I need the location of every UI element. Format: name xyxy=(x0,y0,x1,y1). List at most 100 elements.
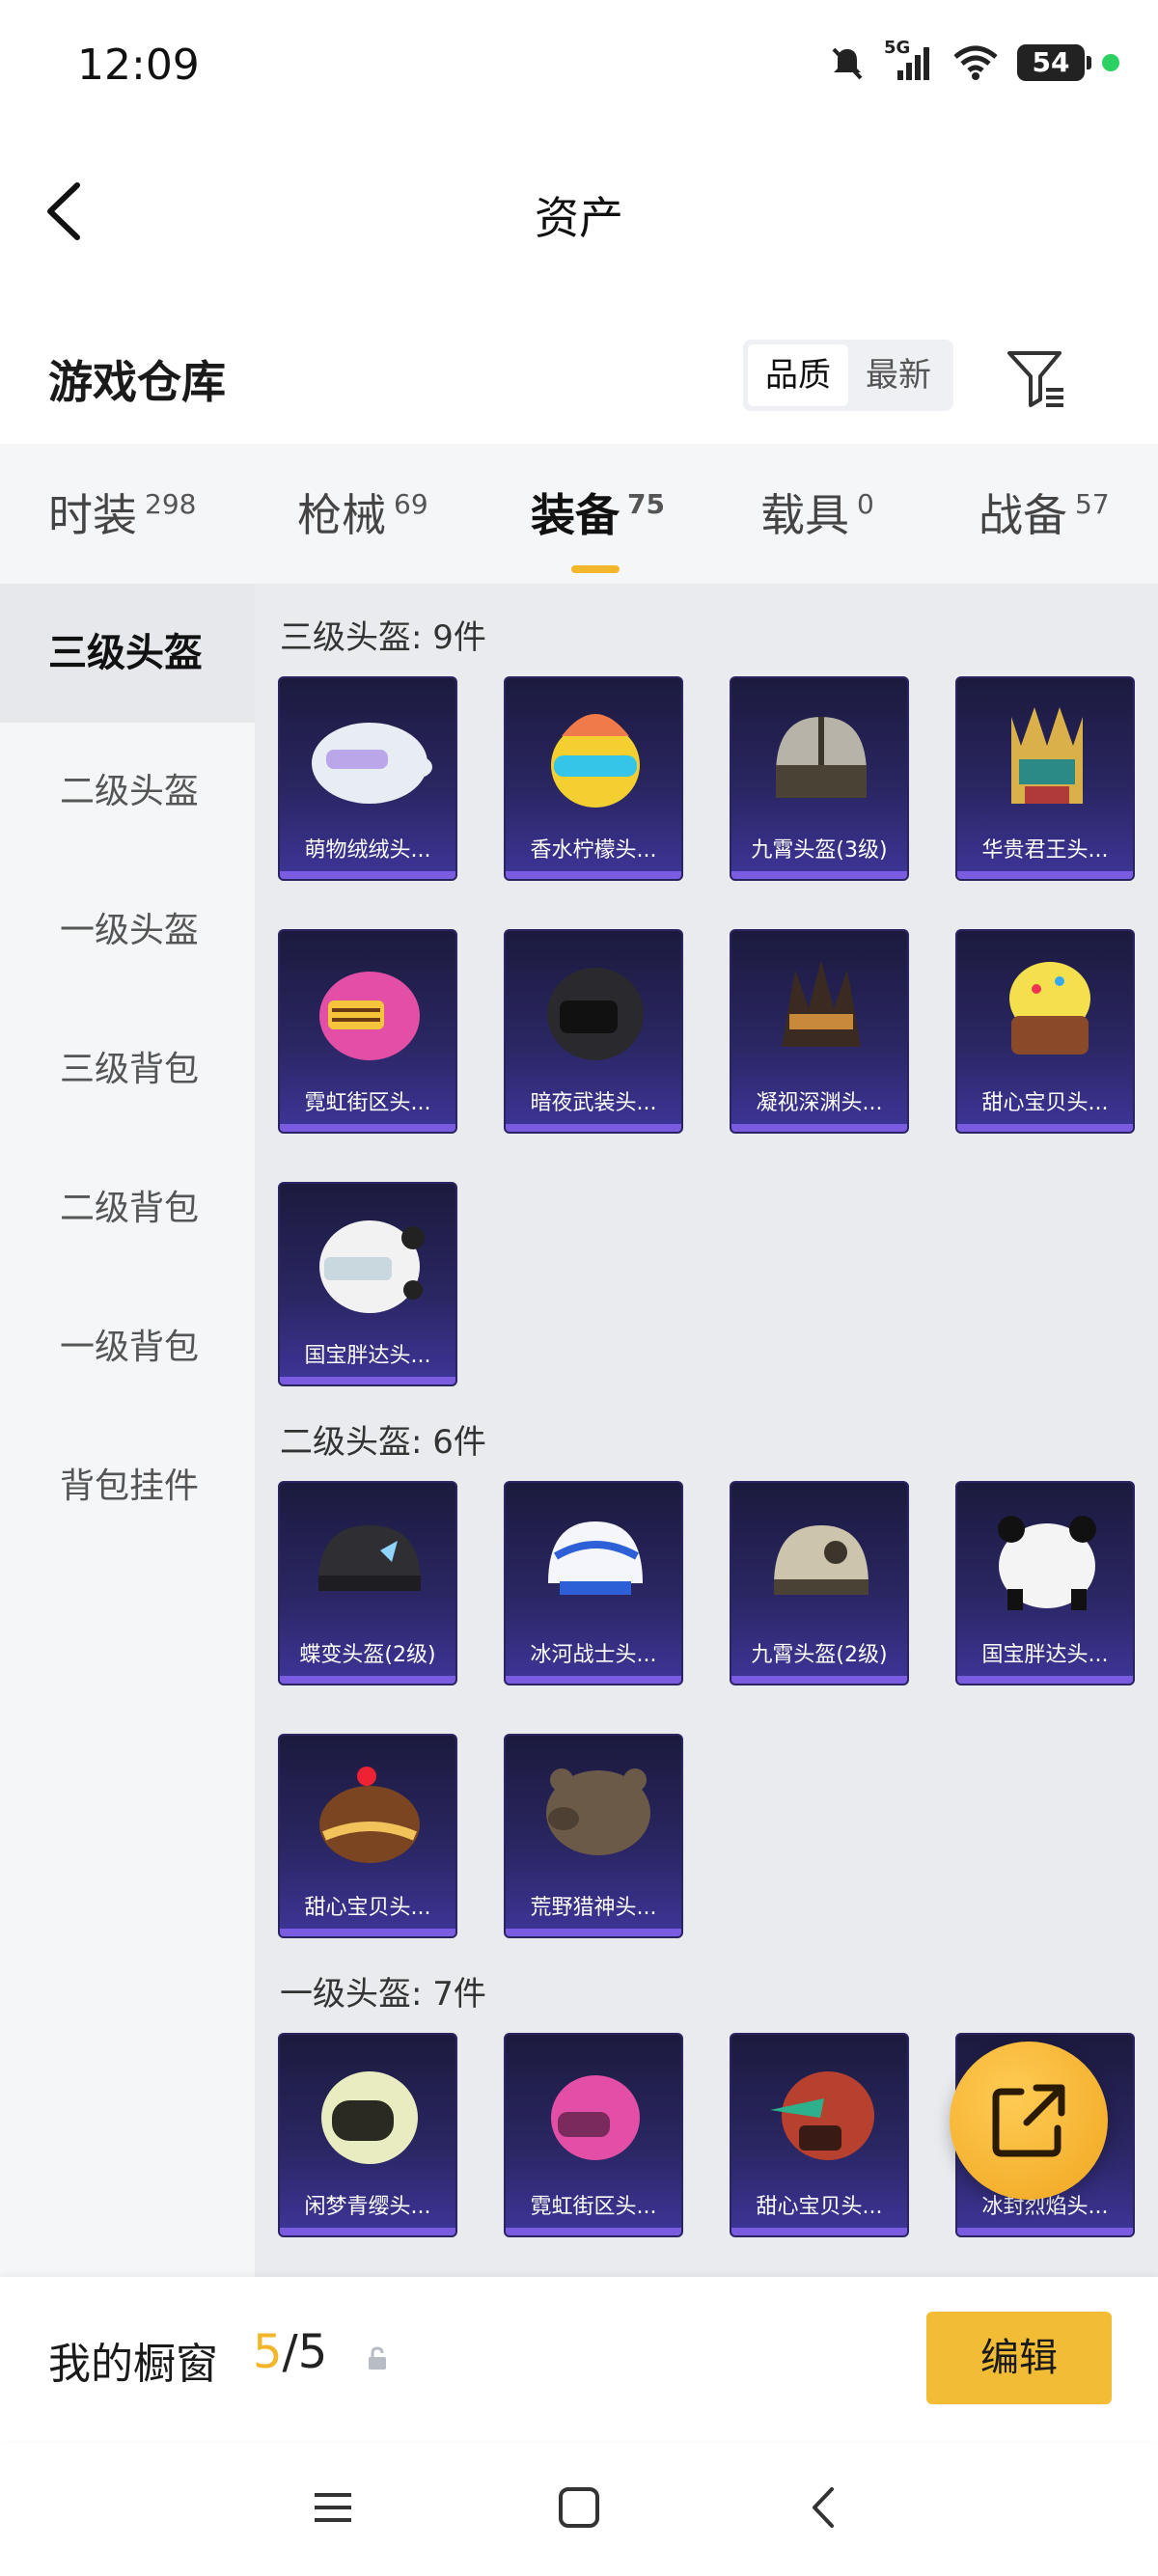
item-card[interactable]: 香水柠檬头... xyxy=(504,676,683,881)
bell-muted-icon xyxy=(832,47,863,80)
item-grid-area: 三级头盔: 9件 萌物绒绒头... 香水柠檬头... 九霄头盔(3级) 华贵君王… xyxy=(255,584,1158,2277)
item-name: 国宝胖达头... xyxy=(981,1643,1109,1667)
item-card[interactable]: 暗夜武装头... xyxy=(504,929,683,1134)
warehouse-title: 游戏仓库 xyxy=(48,356,226,408)
sidebar-item-level2-helmet[interactable]: 二级头盔 xyxy=(0,723,255,862)
item-name: 暗夜武装头... xyxy=(530,1091,657,1115)
tab-fashion[interactable]: 时装 298 xyxy=(48,480,196,544)
item-card[interactable]: 华贵君王头... xyxy=(955,676,1135,881)
showcase-current: 5 xyxy=(253,2325,283,2379)
tab-label: 枪械 xyxy=(297,489,386,541)
warehouse-header: 游戏仓库 品质 最新 xyxy=(0,318,1158,434)
helmet-icon xyxy=(774,1525,868,1595)
helmet-icon xyxy=(1009,962,1090,1055)
item-card[interactable]: 甜心宝贝头... xyxy=(278,1734,457,1938)
showcase-label: 我的橱窗 xyxy=(48,2340,218,2389)
item-name: 萌物绒绒头... xyxy=(304,838,431,863)
category-tabs: 时装 298 枪械 69 装备 75 载具 0 战备 57 xyxy=(0,444,1158,584)
cellular-signal-icon: 5G xyxy=(884,38,934,82)
item-name: 九霄头盔(3级) xyxy=(751,838,888,863)
item-name: 甜心宝贝头... xyxy=(756,2195,883,2219)
helmet-icon xyxy=(319,1767,420,1863)
lock-icon xyxy=(369,2346,386,2370)
item-name: 国宝胖达头... xyxy=(304,1344,431,1368)
item-name: 闲梦青缨头... xyxy=(304,2195,431,2219)
item-card[interactable]: 凝视深渊头... xyxy=(730,929,909,1134)
page-title: 资产 xyxy=(535,192,623,244)
sort-option-quality[interactable]: 品质 xyxy=(748,344,848,406)
item-name: 霓虹街区头... xyxy=(530,2195,657,2219)
edit-button[interactable]: 编辑 xyxy=(926,2312,1112,2404)
helmet-icon xyxy=(551,2075,640,2160)
item-card[interactable]: 国宝胖达头... xyxy=(278,1182,457,1386)
sidebar-item-level2-backpack[interactable]: 二级背包 xyxy=(0,1139,255,1278)
sort-toggle: 品质 最新 xyxy=(743,340,953,411)
menu-icon[interactable] xyxy=(309,2483,357,2532)
tab-count: 69 xyxy=(394,488,428,520)
tab-label: 载具 xyxy=(760,489,849,541)
battery-icon: 54 xyxy=(1017,44,1091,81)
sidebar-item-level3-helmet[interactable]: 三级头盔 xyxy=(0,584,255,723)
tab-supplies[interactable]: 战备 57 xyxy=(979,480,1110,544)
sidebar-item-level1-helmet[interactable]: 一级头盔 xyxy=(0,862,255,1000)
helmet-icon xyxy=(546,1768,650,1855)
showcase-total: /5 xyxy=(282,2325,328,2379)
item-card[interactable]: 霓虹街区头... xyxy=(504,2033,683,2237)
item-name: 华贵君王头... xyxy=(981,838,1109,863)
status-bar: 12:09 5G 54 xyxy=(0,0,1158,135)
item-card[interactable]: 冰河战士头... xyxy=(504,1481,683,1685)
item-card[interactable]: 荒野猎神头... xyxy=(504,1734,683,1938)
item-card[interactable]: 九霄头盔(2级) xyxy=(730,1481,909,1685)
helmet-icon xyxy=(551,714,640,808)
wifi-icon xyxy=(953,45,998,80)
item-card[interactable]: 国宝胖达头... xyxy=(955,1481,1135,1685)
item-card[interactable]: 甜心宝贝头... xyxy=(730,2033,909,2237)
back-nav-icon[interactable] xyxy=(801,2483,849,2532)
helmet-icon xyxy=(776,717,867,798)
helmet-icon xyxy=(548,1521,643,1595)
home-icon[interactable] xyxy=(555,2483,603,2532)
item-card[interactable]: 甜心宝贝头... xyxy=(955,929,1135,1134)
system-nav-bar xyxy=(0,2441,1158,2576)
item-name: 香水柠檬头... xyxy=(530,838,657,863)
item-name: 甜心宝贝头... xyxy=(981,1091,1109,1115)
item-name: 九霄头盔(2级) xyxy=(751,1643,888,1667)
item-card[interactable]: 蝶变头盔(2级) xyxy=(278,1481,457,1685)
subcategory-sidebar: 三级头盔 二级头盔 一级头盔 三级背包 二级背包 一级背包 背包挂件 xyxy=(0,584,255,2277)
item-card[interactable]: 闲梦青缨头... xyxy=(278,2033,457,2237)
showcase-count: 5/5 xyxy=(253,2325,327,2379)
item-name: 霓虹街区头... xyxy=(304,1091,431,1115)
tab-label: 战备 xyxy=(979,489,1067,541)
helmet-icon xyxy=(998,1516,1096,1610)
item-card[interactable]: 霓虹街区头... xyxy=(278,929,457,1134)
sidebar-item-level3-backpack[interactable]: 三级背包 xyxy=(0,1000,255,1139)
item-card[interactable]: 九霄头盔(3级) xyxy=(730,676,909,881)
tab-count: 0 xyxy=(857,488,874,520)
share-fab-button[interactable] xyxy=(950,2042,1108,2200)
tab-guns[interactable]: 枪械 69 xyxy=(297,480,428,544)
item-name: 凝视深渊头... xyxy=(756,1091,883,1115)
helmet-icon xyxy=(782,960,861,1047)
privacy-indicator-dot xyxy=(1102,54,1119,71)
filter-icon[interactable] xyxy=(1004,345,1071,413)
tab-equipment[interactable]: 装备 75 xyxy=(531,480,665,573)
sort-option-newest[interactable]: 最新 xyxy=(848,344,949,406)
top-nav: 资产 xyxy=(0,154,1158,270)
item-name: 蝶变头盔(2级) xyxy=(299,1643,436,1667)
item-name: 冰河战士头... xyxy=(530,1643,657,1667)
tab-count: 75 xyxy=(627,488,665,520)
status-time: 12:09 xyxy=(77,41,200,90)
section-title: 一级头盔: 7件 xyxy=(280,1975,486,2014)
item-name: 荒野猎神头... xyxy=(530,1896,657,1920)
sidebar-item-level1-backpack[interactable]: 一级背包 xyxy=(0,1278,255,1417)
helmet-icon xyxy=(321,2071,418,2164)
tab-vehicles[interactable]: 载具 0 xyxy=(760,480,874,544)
tab-count: 57 xyxy=(1075,488,1110,520)
tab-label: 时装 xyxy=(48,489,137,541)
helmet-icon xyxy=(319,972,420,1060)
sidebar-item-backpack-charm[interactable]: 背包挂件 xyxy=(0,1417,255,1556)
item-card[interactable]: 萌物绒绒头... xyxy=(278,676,457,881)
helmet-icon xyxy=(1011,707,1083,804)
helmet-icon xyxy=(770,2071,874,2160)
tab-count: 298 xyxy=(145,488,197,520)
